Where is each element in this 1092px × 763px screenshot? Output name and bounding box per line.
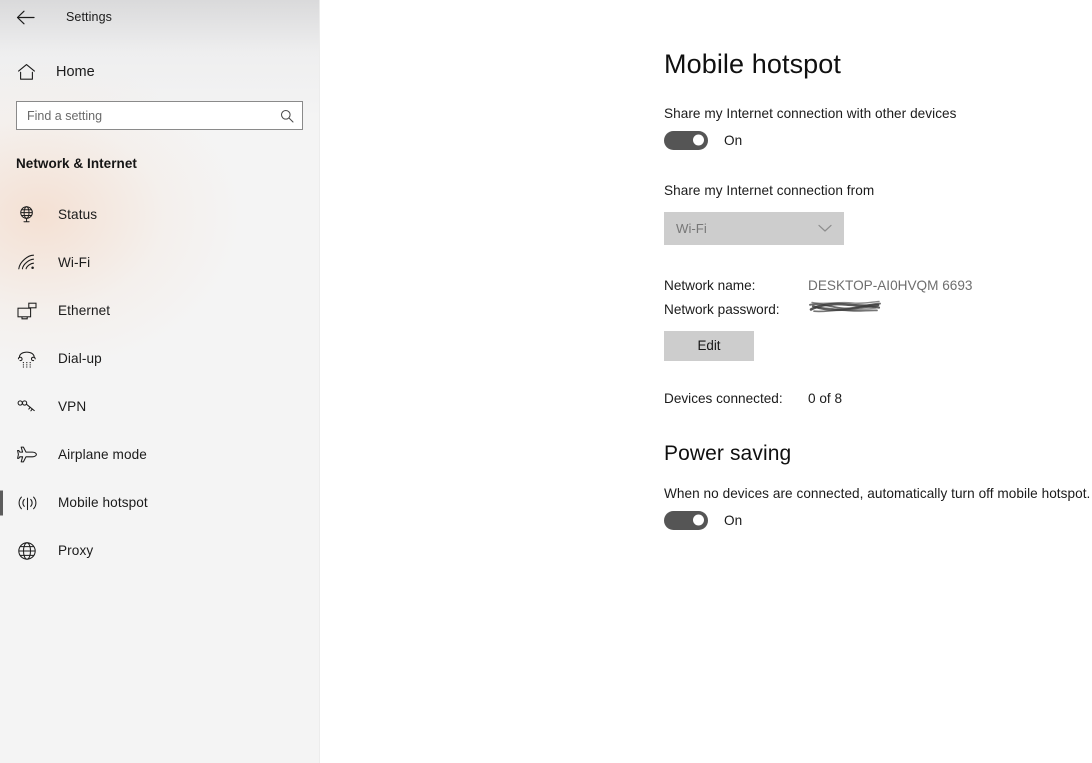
title-bar: Settings: [0, 0, 319, 34]
power-saving-description: When no devices are connected, automatic…: [664, 485, 1091, 501]
window-title: Settings: [66, 10, 112, 24]
sidebar-item-proxy[interactable]: Proxy: [0, 534, 319, 567]
back-arrow-icon[interactable]: [10, 4, 40, 30]
proxy-globe-icon: [16, 540, 38, 562]
dialup-phone-icon: [16, 348, 38, 370]
share-from-selected-value: Wi-Fi: [676, 220, 707, 236]
share-connection-toggle[interactable]: [664, 130, 708, 150]
sidebar-item-label: Airplane mode: [58, 447, 147, 462]
sidebar-item-status[interactable]: Status: [0, 198, 319, 231]
settings-window: Settings Home Network & Internet: [0, 0, 1092, 763]
ethernet-icon: [16, 300, 38, 322]
network-password-label: Network password:: [664, 301, 780, 317]
share-from-section: Share my Internet connection from Wi-Fi: [664, 183, 1092, 245]
status-globe-icon: [16, 204, 38, 226]
chevron-down-icon: [818, 224, 832, 233]
toggle-knob: [693, 514, 704, 526]
devices-connected-row: Devices connected: 0 of 8: [664, 391, 1092, 406]
sidebar-item-ethernet[interactable]: Ethernet: [0, 294, 319, 327]
power-saving-section: Power saving When no devices are connect…: [664, 442, 1092, 530]
devices-connected-section: Devices connected: 0 of 8: [664, 391, 1092, 406]
sidebar-item-label: Ethernet: [58, 303, 111, 318]
search-icon[interactable]: [280, 109, 294, 123]
sidebar-item-vpn[interactable]: VPN: [0, 390, 319, 423]
home-label: Home: [56, 64, 95, 80]
sidebar: Settings Home Network & Internet: [0, 0, 320, 763]
network-name-value: DESKTOP-AI0HVQM 6693: [808, 277, 973, 293]
sidebar-nav: Status Wi-Fi Ethernet Dial-up VPN Airpla…: [0, 198, 319, 567]
sidebar-item-label: VPN: [58, 399, 87, 414]
power-saving-toggle[interactable]: [664, 510, 708, 530]
sidebar-item-airplane-mode[interactable]: Airplane mode: [0, 438, 319, 471]
network-name-label: Network name:: [664, 277, 756, 293]
sidebar-item-label: Proxy: [58, 543, 94, 558]
sidebar-category-label: Network & Internet: [16, 156, 137, 171]
network-password-value: [808, 297, 1092, 322]
sidebar-item-home[interactable]: Home: [0, 56, 319, 88]
main-content: Mobile hotspot Share my Internet connect…: [320, 0, 1092, 763]
sidebar-item-label: Status: [58, 207, 98, 222]
password-redaction-scribble: [808, 297, 882, 317]
home-icon: [16, 62, 36, 82]
share-connection-toggle-row: On: [664, 130, 1092, 150]
devices-connected-label: Devices connected:: [664, 390, 783, 406]
toggle-knob: [693, 134, 704, 146]
airplane-icon: [16, 444, 38, 466]
share-from-label: Share my Internet connection from: [664, 182, 875, 198]
power-saving-heading: Power saving: [664, 441, 792, 465]
devices-connected-value: 0 of 8: [808, 390, 843, 406]
power-saving-toggle-state: On: [724, 512, 743, 528]
sidebar-item-label: Wi-Fi: [58, 255, 91, 270]
wifi-icon: [16, 252, 38, 274]
power-saving-toggle-row: On: [664, 510, 1092, 530]
vpn-key-icon: [16, 396, 38, 418]
search-box[interactable]: [16, 101, 303, 130]
network-info-grid: Network name: DESKTOP-AI0HVQM 6693 Netwo…: [664, 278, 1092, 322]
share-from-dropdown[interactable]: Wi-Fi: [664, 211, 844, 245]
network-info-section: Network name: DESKTOP-AI0HVQM 6693 Netwo…: [664, 278, 1092, 361]
sidebar-item-mobile-hotspot[interactable]: Mobile hotspot: [0, 486, 319, 519]
share-connection-section: Share my Internet connection with other …: [664, 106, 1092, 150]
share-connection-toggle-state: On: [724, 132, 743, 148]
mobile-hotspot-icon: [16, 492, 38, 514]
sidebar-item-label: Mobile hotspot: [58, 495, 148, 510]
edit-button[interactable]: Edit: [664, 330, 754, 361]
sidebar-item-label: Dial-up: [58, 351, 102, 366]
search-input[interactable]: [17, 102, 302, 129]
page-title: Mobile hotspot: [664, 49, 842, 79]
sidebar-item-dialup[interactable]: Dial-up: [0, 342, 319, 375]
share-connection-description: Share my Internet connection with other …: [664, 105, 957, 121]
sidebar-item-wifi[interactable]: Wi-Fi: [0, 246, 319, 279]
